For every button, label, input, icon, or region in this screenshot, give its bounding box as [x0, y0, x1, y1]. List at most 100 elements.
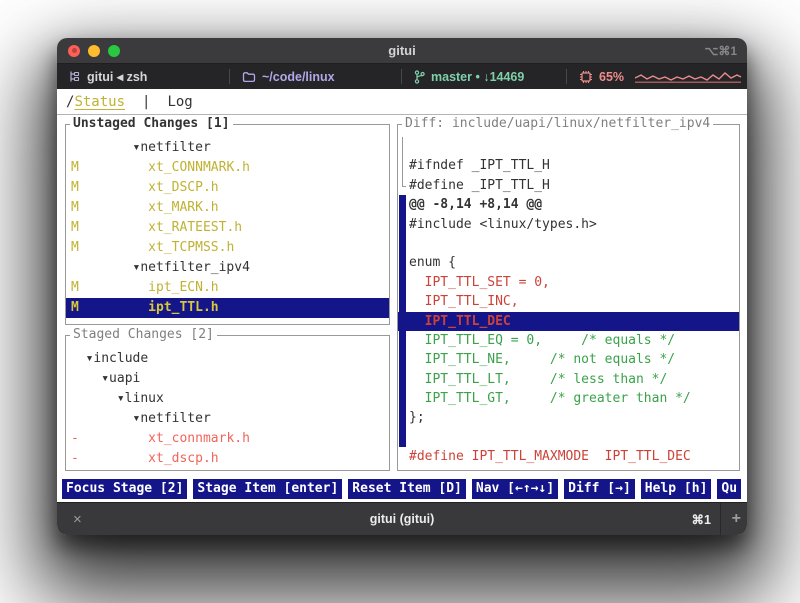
diff-line-text: IPT_TTL_NE, /* not equals */	[398, 350, 675, 369]
window-title: gitui	[388, 43, 415, 58]
cwd-label: ~/code/linux	[262, 70, 335, 84]
staged-row[interactable]: ▾include	[66, 349, 389, 369]
unstaged-row[interactable]: ▾netfilter_ipv4	[66, 258, 389, 278]
hint-button[interactable]: Diff [→]	[564, 479, 635, 499]
unstaged-changes-panel: Unstaged Changes [1] ▾netfilterMxt_CONNM…	[65, 124, 390, 325]
hunk-marker-bar	[399, 370, 406, 389]
directory-label: ▾netfilter_ipv4	[66, 258, 250, 278]
keybinding-hints-bar: Focus Stage [2] Stage Item [enter] Reset I…	[62, 479, 747, 500]
tab-separator: |	[142, 94, 150, 110]
diff-line-text: #define _IPT_TTL_H	[398, 176, 550, 195]
file-status-mark: M	[71, 198, 79, 218]
git-branch-label: master • ↓14469	[431, 70, 524, 84]
unstaged-row[interactable]: Mipt_TTL.h	[66, 298, 389, 318]
staged-row[interactable]: -xt_connmark.h	[66, 429, 389, 449]
git-segment[interactable]: master • ↓14469	[414, 64, 524, 89]
diff-line[interactable]: #ifndef _IPT_TTL_H	[398, 156, 739, 175]
tab-status[interactable]: Status	[74, 94, 125, 110]
diff-line-text: #include <linux/types.h>	[398, 215, 597, 234]
diff-line[interactable]: #include <linux/types.h>	[398, 215, 739, 234]
hint-button[interactable]: Nav [←↑→↓]	[472, 479, 558, 499]
file-label: xt_DSCP.h	[66, 178, 219, 198]
unstaged-row[interactable]: Mxt_TCPMSS.h	[66, 238, 389, 258]
directory-label: ▾netfilter	[66, 409, 211, 429]
close-tab-icon[interactable]: ×	[73, 512, 82, 527]
diff-line[interactable]: IPT_TTL_LT, /* less than */	[398, 370, 739, 389]
unstaged-row[interactable]: Mxt_CONNMARK.h	[66, 158, 389, 178]
diff-line[interactable]: @@ -8,14 +8,14 @@	[398, 195, 739, 214]
diff-line[interactable]: IPT_TTL_NE, /* not equals */	[398, 350, 739, 369]
hunk-marker-bar	[399, 253, 406, 272]
unstaged-row[interactable]: Mipt_ECN.h	[66, 278, 389, 298]
hint-button[interactable]: Stage Item [enter]	[193, 479, 342, 499]
hint-button[interactable]: Help [h]	[641, 479, 712, 499]
statusbar-divider	[566, 69, 567, 84]
hunk-marker-bar	[399, 273, 406, 292]
new-tab-button[interactable]: +	[732, 510, 741, 528]
session-label: gitui ◂ zsh	[87, 69, 147, 84]
file-status-mark: M	[71, 298, 79, 318]
directory-label: ▾include	[66, 349, 148, 369]
window-shortcut-label: ⌥⌘1	[704, 38, 737, 63]
cpu-segment[interactable]: 65%	[579, 64, 742, 89]
diff-line[interactable]	[398, 234, 739, 253]
unstaged-row[interactable]: ▾netfilter	[66, 138, 389, 158]
unstaged-row[interactable]: Mxt_MARK.h	[66, 198, 389, 218]
unstaged-row[interactable]: Mxt_RATEEST.h	[66, 218, 389, 238]
unstaged-file-tree: ▾netfilterMxt_CONNMARK.hMxt_DSCP.hMxt_MA…	[66, 125, 389, 324]
file-label: ipt_ECN.h	[66, 278, 219, 298]
minimize-window-button[interactable]	[88, 45, 100, 57]
file-label: xt_connmark.h	[66, 429, 250, 449]
diff-line[interactable]: #define _IPT_TTL_H	[398, 176, 739, 195]
window-titlebar[interactable]: gitui ⌥⌘1	[57, 38, 747, 64]
zoom-window-button[interactable]	[108, 45, 120, 57]
hint-button[interactable]: Qu	[717, 479, 741, 499]
file-label: xt_dscp.h	[66, 449, 219, 469]
staged-row[interactable]: ▾linux	[66, 389, 389, 409]
file-label: ipt_TTL.h	[66, 298, 219, 318]
file-label: xt_RATEEST.h	[66, 218, 242, 238]
terminal-statusbar: gitui ◂ zsh ~/code/linux master • ↓14469	[57, 64, 747, 89]
cwd-segment[interactable]: ~/code/linux	[242, 64, 335, 89]
hint-button[interactable]: Focus Stage [2]	[62, 479, 187, 499]
file-status-mark: -	[71, 429, 79, 449]
diff-line[interactable]: IPT_TTL_INC,	[398, 292, 739, 311]
diff-line-text: IPT_TTL_INC,	[398, 292, 519, 311]
file-status-mark: M	[71, 278, 79, 298]
diff-line[interactable]: };	[398, 408, 739, 427]
diff-line[interactable]: IPT_TTL_EQ = 0, /* equals */	[398, 331, 739, 350]
close-window-button[interactable]	[68, 45, 80, 57]
tab-log[interactable]: Log	[167, 94, 192, 110]
folder-icon	[242, 71, 256, 83]
hunk-marker-bar	[399, 292, 406, 311]
diff-line[interactable]: enum {	[398, 253, 739, 272]
hunk-marker-bar	[399, 350, 406, 369]
diff-line[interactable]: #define IPT_TTL_MAXMODE IPT_TTL_DEC	[398, 447, 739, 466]
terminal-bottom-tabbar: × gitui (gitui) ⌘1 +	[57, 502, 747, 535]
cpu-chip-icon	[579, 70, 593, 84]
diff-line-text: @@ -8,14 +8,14 @@	[398, 195, 542, 214]
diff-line[interactable]: IPT_TTL_DEC	[398, 312, 739, 331]
git-branch-icon	[414, 70, 425, 84]
staged-row[interactable]: -xt_dscp.h	[66, 449, 389, 469]
unstaged-row[interactable]: Mxt_DSCP.h	[66, 178, 389, 198]
diff-line[interactable]	[398, 428, 739, 447]
staged-row[interactable]: ▾netfilter	[66, 409, 389, 429]
diff-line[interactable]: IPT_TTL_GT, /* greater than */	[398, 389, 739, 408]
hunk-marker-bar	[399, 408, 406, 427]
diff-content: #ifndef _IPT_TTL_H#define _IPT_TTL_H@@ -…	[398, 125, 739, 470]
file-status-mark: -	[71, 449, 79, 469]
staged-row[interactable]: ▾uapi	[66, 369, 389, 389]
diff-line-text: IPT_TTL_EQ = 0, /* equals */	[398, 331, 675, 350]
diff-line[interactable]: IPT_TTL_SET = 0,	[398, 273, 739, 292]
diff-panel: Diff: include/uapi/linux/netfilter_ipv4 …	[397, 124, 740, 471]
diff-line-text: IPT_TTL_DEC	[398, 312, 511, 331]
diff-line[interactable]	[398, 137, 739, 156]
cpu-percent-label: 65%	[599, 70, 624, 84]
diff-line-text: IPT_TTL_LT, /* less than */	[398, 370, 667, 389]
file-status-mark: M	[71, 218, 79, 238]
gitui-tab-bar: /Status | Log	[57, 89, 747, 115]
session-segment[interactable]: gitui ◂ zsh	[68, 64, 147, 89]
bottom-tab-title[interactable]: gitui (gitui)	[370, 512, 435, 526]
hint-button[interactable]: Reset Item [D]	[348, 479, 466, 499]
